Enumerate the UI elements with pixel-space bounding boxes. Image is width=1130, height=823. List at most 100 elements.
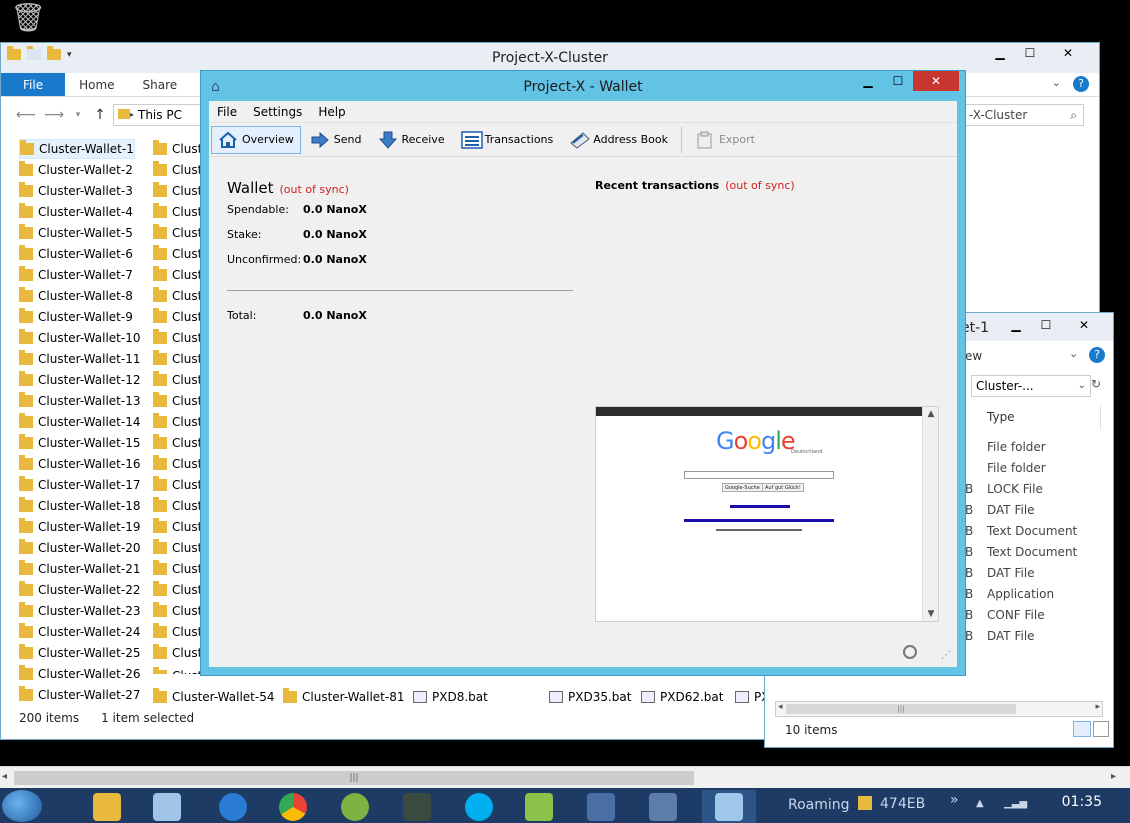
send-button[interactable]: Send [303,126,369,154]
embedded-web-view[interactable]: Google Deutschland Google-Suche Auf gut … [595,406,939,622]
wallet-taskbar-icon[interactable] [702,790,756,823]
network-icon[interactable]: ▁▃▅ [1004,798,1027,809]
notepad-taskbar-icon[interactable] [140,790,194,823]
remote-desktop-taskbar-icon[interactable] [574,790,628,823]
list-item[interactable]: Clust [153,622,202,642]
list-item[interactable]: Clust [153,475,202,495]
list-item[interactable]: Cluster-Wallet-20 [19,538,140,558]
scroll-thumb[interactable]: ||| [14,771,694,785]
refresh-icon[interactable]: ↻ [1091,377,1101,391]
type-row[interactable]: B Text Document [965,542,1077,563]
internet-explorer-taskbar-icon[interactable] [206,790,260,823]
type-row[interactable]: B DAT File [965,626,1077,647]
type-row[interactable]: B Application [965,584,1077,605]
list-item[interactable]: Cluster-Wallet-5 [19,223,133,243]
list-item[interactable]: Cluster-Wallet-17 [19,475,140,495]
recycle-bin-icon[interactable]: 🗑 [10,0,46,36]
list-item[interactable]: Clust [153,160,202,180]
list-item[interactable]: Clust [153,286,202,306]
up-arrow-icon[interactable]: ↑ [89,107,111,123]
minimize-button[interactable]: ▁ [1001,315,1031,335]
torrent-taskbar-icon[interactable] [328,790,382,823]
large-icons-view-icon[interactable] [1093,721,1109,737]
tab-share[interactable]: Share [129,73,192,96]
list-item[interactable]: Cluster-Wallet-1 [19,139,135,159]
address-bar[interactable]: Cluster-... ⌄ [971,375,1091,397]
list-item[interactable]: Cluster-Wallet-23 [19,601,140,621]
menu-settings[interactable]: Settings [245,101,310,123]
list-item[interactable]: Cluster-Wallet-18 [19,496,140,516]
type-row[interactable]: B Text Document [965,521,1077,542]
list-item[interactable]: Clust [153,307,202,327]
feeling-lucky-button[interactable]: Auf gut Glück! [762,483,804,492]
list-item[interactable]: Clust [153,202,202,222]
list-item[interactable]: Cluster-Wallet-11 [19,349,140,369]
maximize-button[interactable]: ☐ [883,71,913,91]
help-icon[interactable]: ? [1089,347,1105,363]
list-item[interactable]: Clust [153,496,202,516]
list-item[interactable]: Clust [153,643,202,663]
forward-arrow-icon[interactable]: ⟶ [43,107,65,123]
address-book-button[interactable]: Address Book [562,126,675,154]
google-search-button[interactable]: Google-Suche [722,483,763,492]
list-item[interactable]: Cluster-Wallet-13 [19,391,140,411]
list-item[interactable]: Clust [153,412,202,432]
address-bar[interactable]: ▸ This PC [113,104,203,126]
notepad-plus-taskbar-icon[interactable] [512,790,566,823]
list-item[interactable]: Clust [153,391,202,411]
list-item[interactable]: Cluster-Wallet-27 [19,685,140,705]
maximize-button[interactable]: ☐ [1031,315,1061,335]
close-button[interactable]: ✕ [1045,43,1091,63]
list-item[interactable]: Clust [153,454,202,474]
horizontal-scrollbar[interactable]: ◂ ||| ▸ [775,701,1103,717]
column-header-type[interactable]: Type [969,405,1101,429]
receive-button[interactable]: Receive [371,126,452,154]
menu-file[interactable]: File [209,101,245,123]
type-row[interactable]: File folder [965,458,1077,479]
wallet-titlebar[interactable]: ⌂ Project-X - Wallet ▁ ☐ ✕ [201,71,965,101]
list-item[interactable]: Clust [153,244,202,264]
list-item[interactable]: Cluster-Wallet-7 [19,265,133,285]
menu-help[interactable]: Help [310,101,353,123]
scroll-left-icon[interactable]: ◂ [2,771,7,782]
resource-monitor-taskbar-icon[interactable] [390,790,444,823]
scroll-up-icon[interactable]: ▲ [923,409,939,419]
type-row[interactable]: B DAT File [965,563,1077,584]
list-item[interactable]: Cluster-Wallet-9 [19,307,133,327]
web-footer-links[interactable] [684,519,834,522]
details-view-icon[interactable] [1073,721,1091,737]
list-item[interactable]: Cluster-Wallet-4 [19,202,133,222]
list-item[interactable]: Clust [153,559,202,579]
scroll-right-icon[interactable]: ▸ [1095,702,1100,712]
type-row[interactable]: B CONF File [965,605,1077,626]
transactions-button[interactable]: Transactions [454,126,561,154]
list-item[interactable]: Cluster-Wallet-15 [19,433,140,453]
file-explorer-taskbar-icon[interactable] [80,790,134,823]
close-button[interactable]: ✕ [913,71,959,91]
overview-button[interactable]: Overview [211,125,301,154]
list-item[interactable]: Cluster-Wallet-6 [19,244,133,264]
list-item[interactable]: Clust [153,181,202,201]
back-arrow-icon[interactable]: ⟵ [15,107,37,123]
tab-home[interactable]: Home [65,73,128,96]
list-item[interactable]: Clust [153,223,202,243]
list-item[interactable]: Cluster-Wallet-21 [19,559,140,579]
clock[interactable]: 01:35 [1062,794,1102,810]
scroll-left-icon[interactable]: ◂ [778,702,783,712]
list-item[interactable]: Cluster-Wallet-81 [283,687,404,707]
list-item[interactable]: Clust [153,433,202,453]
list-item[interactable]: Clust [153,328,202,348]
recent-locations-icon[interactable]: ▾ [67,110,89,120]
chrome-taskbar-icon[interactable] [266,790,320,823]
list-item[interactable]: PXD62.bat [641,687,723,707]
help-icon[interactable]: ? [1073,76,1089,92]
list-item[interactable]: Cluster-Wallet-19 [19,517,140,537]
resize-grip-icon[interactable]: ⋰ [941,650,951,661]
list-item[interactable]: Cluster-Wallet-24 [19,622,140,642]
minimize-button[interactable]: ▁ [853,71,883,91]
list-item[interactable]: Cluster-Wallet-2 [19,160,133,180]
web-search-input[interactable] [684,471,834,479]
list-item[interactable]: Clust [153,370,202,390]
list-item[interactable]: Cluster-Wallet-12 [19,370,140,390]
export-button[interactable]: Export [688,126,762,154]
